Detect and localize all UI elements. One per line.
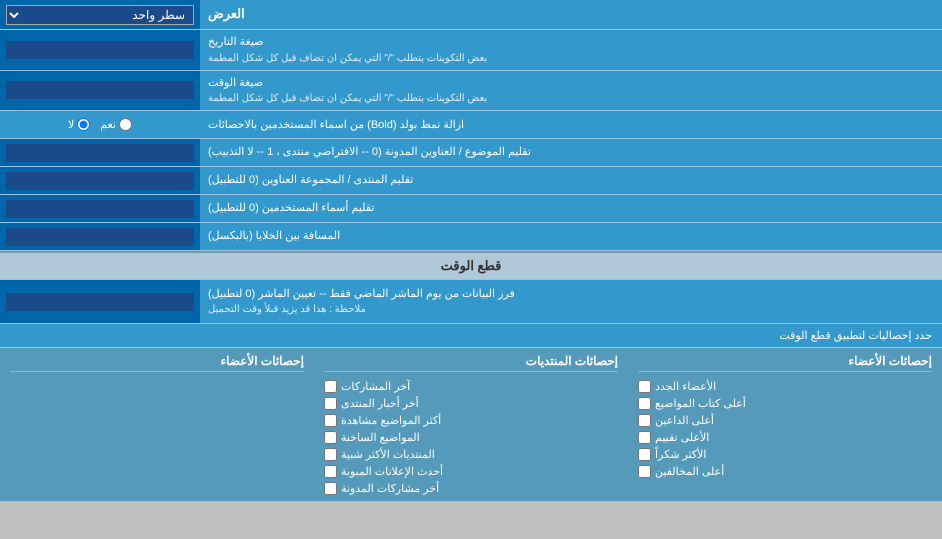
usernames-input-container: 0 [0,195,200,222]
cb-hot-topics[interactable] [324,431,337,444]
cell-spacing-label: المسافة بين الخلايا (بالبكسل) [200,223,942,250]
col-forums-title: إحصائات المنتديات [324,354,618,372]
cutoff-section-header: قطع الوقت [0,251,942,280]
bold-row: ازالة نمط بولد (Bold) من اسماء المستخدمي… [0,111,942,139]
cb-recent-blogs-label[interactable]: أخر مشاركات المدونة [324,482,618,495]
cutoff-row: فرز البيانات من يوم الماشر الماضي فقط --… [0,280,942,324]
display-mode-container: سطر واحد سطرين ثلاثة أسطر [0,0,200,29]
usernames-label: تقليم أسماء المستخدمين (0 للتطبيل) [200,195,942,222]
date-format-input-container: d-m [0,30,200,70]
forum-titles-label: تقليم المنتدى / المجموعة العناوين (0 للت… [200,167,942,194]
bold-yes-label[interactable]: نعم [100,118,132,131]
cb-top-subjects[interactable] [638,414,651,427]
cb-top-viewed[interactable] [324,414,337,427]
cb-new-members-label[interactable]: الأعضاء الجدد [638,380,932,393]
cb-similar-forums-label[interactable]: المنتديات الأكثر شبية [324,448,618,461]
date-format-row: صيغة التاريخ بعض التكوينات يتطلب "/" الت… [0,30,942,71]
cell-spacing-row: المسافة بين الخلايا (بالبكسل) 2 [0,223,942,251]
cb-most-thanks-label[interactable]: الأكثر شكراً [638,448,932,461]
main-label: العرض [200,0,942,29]
cb-last-posts-label[interactable]: آخر المشاركات [324,380,618,393]
forum-titles-input[interactable]: 33 [6,172,194,190]
col-members-title: إحصائات الأعضاء [638,354,932,372]
cell-spacing-input[interactable]: 2 [6,228,194,246]
topics-titles-label: تقليم الموضوع / العناوين المدونة (0 -- ا… [200,139,942,166]
cell-spacing-input-container: 2 [0,223,200,250]
usernames-input[interactable]: 0 [6,200,194,218]
cutoff-input-container: 0 [0,280,200,323]
checkboxes-col-members: إحصائات الأعضاء الأعضاء الجدد أعلى كتاب … [628,348,942,501]
cb-latest-ads[interactable] [324,465,337,478]
bold-no-radio[interactable] [77,118,90,131]
usernames-row: تقليم أسماء المستخدمين (0 للتطبيل) 0 [0,195,942,223]
cb-top-posters-label[interactable]: أعلى كتاب المواضيع [638,397,932,410]
cb-forum-news-label[interactable]: أخر أخبار المنتدى [324,397,618,410]
topics-titles-input-container: 33 [0,139,200,166]
cb-top-posters[interactable] [638,397,651,410]
main-header-row: العرض سطر واحد سطرين ثلاثة أسطر [0,0,942,30]
cb-latest-ads-label[interactable]: أحدث الإعلانات المبوبة [324,465,618,478]
forum-titles-row: تقليم المنتدى / المجموعة العناوين (0 للت… [0,167,942,195]
cb-top-lurkers-label[interactable]: أعلى المخالفين [638,465,932,478]
cb-most-thanks[interactable] [638,448,651,461]
time-format-input[interactable]: H:i [6,81,194,99]
time-format-input-container: H:i [0,71,200,111]
cb-top-lurkers[interactable] [638,465,651,478]
bold-yes-radio[interactable] [119,118,132,131]
cb-top-viewed-label[interactable]: أكثر المواضيع مشاهدة [324,414,618,427]
checkboxes-col-members2: إحصائات الأعضاء [0,348,314,501]
topics-titles-row: تقليم الموضوع / العناوين المدونة (0 -- ا… [0,139,942,167]
cb-top-rating-label[interactable]: الأعلى تقييم [638,431,932,444]
checkboxes-section: إحصائات الأعضاء الأعضاء الجدد أعلى كتاب … [0,348,942,502]
cutoff-input[interactable]: 0 [6,293,194,311]
apply-row: حدد إحصاليات لتطبيق قطع الوقت [0,324,942,348]
bold-no-label[interactable]: لا [68,118,90,131]
col-members2-title: إحصائات الأعضاء [10,354,304,372]
display-mode-select[interactable]: سطر واحد سطرين ثلاثة أسطر [6,5,194,25]
topics-titles-input[interactable]: 33 [6,144,194,162]
cb-hot-topics-label[interactable]: المواضيع الساخنة [324,431,618,444]
cb-top-subjects-label[interactable]: أعلى الداعين [638,414,932,427]
checkboxes-col-forums: إحصائات المنتديات آخر المشاركات أخر أخبا… [314,348,628,501]
forum-titles-input-container: 33 [0,167,200,194]
time-format-row: صيغة الوقت بعض التكوينات يتطلب "/" التي … [0,71,942,112]
cb-forum-news[interactable] [324,397,337,410]
date-format-input[interactable]: d-m [6,41,194,59]
cb-new-members[interactable] [638,380,651,393]
cutoff-label: فرز البيانات من يوم الماشر الماضي فقط --… [200,280,942,323]
cb-similar-forums[interactable] [324,448,337,461]
cb-recent-blogs[interactable] [324,482,337,495]
bold-label: ازالة نمط بولد (Bold) من اسماء المستخدمي… [200,111,942,138]
cb-top-rating[interactable] [638,431,651,444]
cb-last-posts[interactable] [324,380,337,393]
time-format-label: صيغة الوقت بعض التكوينات يتطلب "/" التي … [200,71,942,111]
date-format-label: صيغة التاريخ بعض التكوينات يتطلب "/" الت… [200,30,942,70]
bold-options: نعم لا [0,111,200,138]
